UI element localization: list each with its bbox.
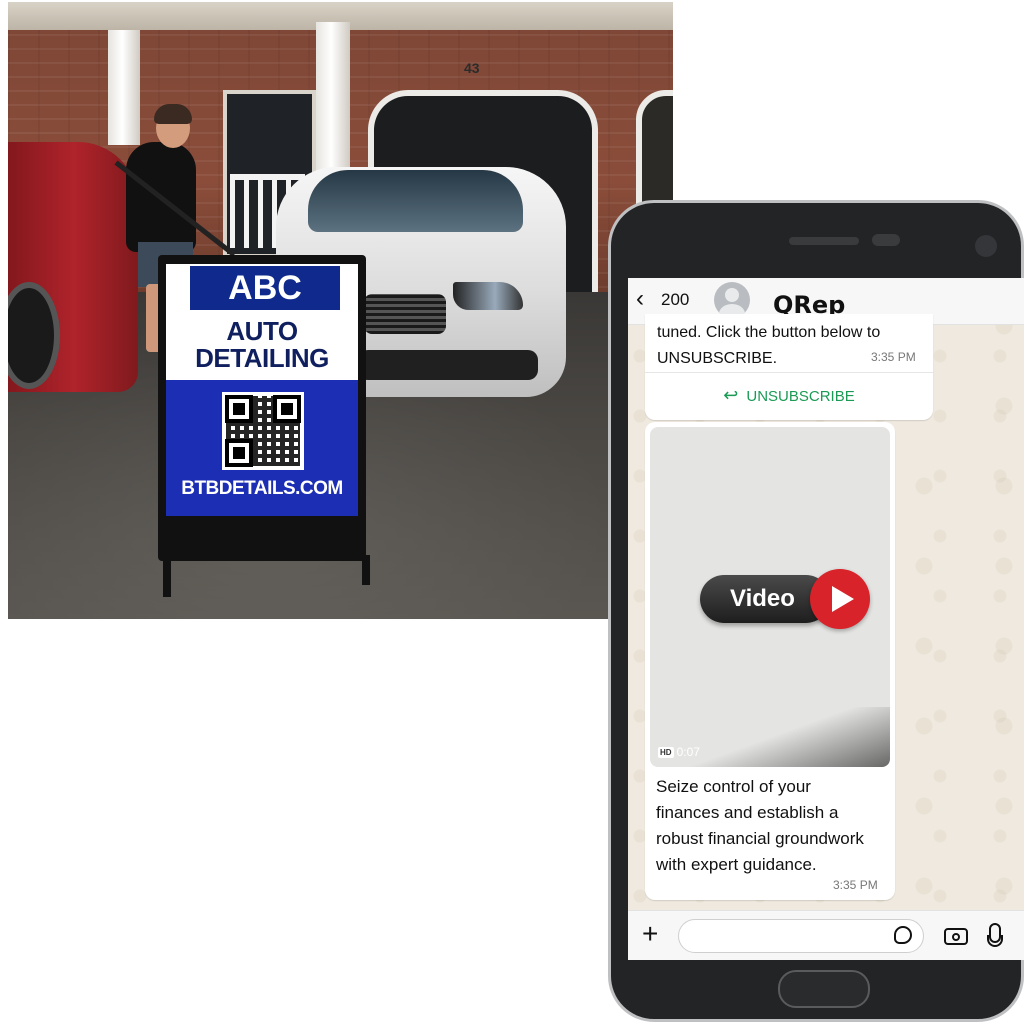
front-camera	[975, 235, 997, 257]
unsubscribe-button[interactable]: ↩ UNSUBSCRIBE	[645, 374, 933, 416]
play-button[interactable]	[810, 569, 870, 629]
sign-title-line1: AUTO	[226, 316, 298, 346]
house-number: 43	[464, 60, 480, 76]
divider	[645, 372, 933, 373]
unsubscribe-label: UNSUBSCRIBE	[746, 388, 855, 405]
chevron-left-icon[interactable]: ‹	[636, 287, 644, 311]
video-caption: Seize control of your finances and estab…	[656, 774, 890, 878]
video-thumbnail[interactable]: Video HD 0:07	[650, 427, 890, 767]
sign-leg-left	[163, 555, 171, 597]
qr-finder-top-left	[225, 395, 253, 423]
caption-line4: with expert guidance.	[656, 855, 817, 874]
play-icon	[832, 586, 854, 612]
sticker-icon[interactable]	[894, 926, 912, 944]
sign-leg-right	[362, 555, 370, 585]
video-message-bubble: Video HD 0:07 Seize control of your finan…	[645, 422, 895, 900]
message-timestamp: 3:35 PM	[833, 878, 878, 892]
person-hair	[154, 104, 192, 124]
qr-finder-top-right	[273, 395, 301, 423]
message-input[interactable]	[678, 919, 924, 953]
video-label: Video	[730, 585, 795, 612]
sign-title: AUTO DETAILING	[166, 318, 358, 372]
avatar[interactable]	[714, 282, 750, 318]
caption-line2: finances and establish a	[656, 803, 839, 822]
phone-sensor	[872, 234, 900, 246]
car-headlight	[453, 282, 523, 310]
phone-speaker	[789, 237, 859, 245]
video-duration: HD 0:07	[658, 745, 700, 759]
camera-lens	[952, 933, 960, 941]
reply-icon: ↩	[723, 385, 739, 405]
sign-url: BTBDETAILS.COM	[181, 478, 343, 499]
sign-badge: ABC	[190, 266, 340, 310]
message-timestamp: 3:35 PM	[871, 350, 916, 364]
back-unread-count[interactable]: 200	[661, 290, 689, 310]
caption-line1: Seize control of your	[656, 777, 811, 796]
avatar-head	[725, 288, 739, 302]
home-button[interactable]	[778, 970, 870, 1008]
qr-finder-bottom-left	[225, 439, 253, 467]
chat-screen: ‹ 200 QRep tuned. Click the button below…	[628, 278, 1024, 960]
duration-text: 0:07	[676, 745, 700, 759]
car-windshield	[308, 170, 523, 232]
hd-badge: HD	[658, 747, 674, 758]
message-bubble: tuned. Click the button below to UNSUBSC…	[645, 314, 933, 420]
plus-icon[interactable]: +	[642, 919, 658, 949]
porch-pillar-left	[108, 30, 140, 145]
caption-line3: robust financial groundwork	[656, 829, 864, 848]
porch-pillar-right	[316, 22, 350, 172]
sign-title-line2: DETAILING	[195, 343, 329, 373]
microphone-stand	[987, 935, 1003, 947]
message-text-line1: tuned. Click the button below to	[657, 324, 881, 341]
car-bumper	[358, 350, 538, 380]
message-text: tuned. Click the button below to UNSUBSC…	[657, 320, 927, 372]
message-input-bar: +	[628, 910, 1024, 960]
camera-icon[interactable]	[944, 928, 968, 945]
car-grille	[364, 294, 446, 334]
